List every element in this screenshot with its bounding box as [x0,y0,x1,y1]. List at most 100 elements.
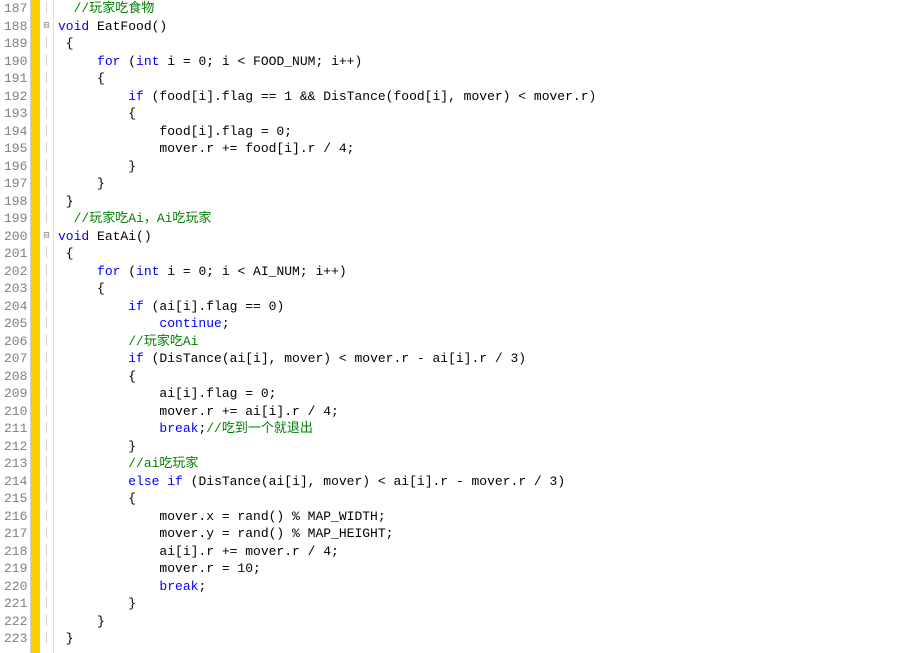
token-plain: } [58,439,136,454]
line-number: 200 [4,228,26,246]
fold-guide: │ [40,123,53,141]
line-number: 223 [4,630,26,648]
token-plain [58,456,128,471]
token-plain: mover.r += food[i].r / 4; [58,141,354,156]
code-line[interactable]: { [58,70,900,88]
code-line[interactable]: break; [58,578,900,596]
token-plain: ; [222,316,230,331]
code-line[interactable]: { [58,490,900,508]
fold-guide: │ [40,158,53,176]
line-number: 191 [4,70,26,88]
token-plain: i = 0; i < FOOD_NUM; i++) [159,54,362,69]
fold-guide: │ [40,333,53,351]
token-plain [58,351,128,366]
token-plain: } [58,614,105,629]
code-line[interactable]: continue; [58,315,900,333]
line-number: 222 [4,613,26,631]
token-plain: (DisTance(ai[i], mover) < ai[i].r - move… [183,474,565,489]
fold-toggle-icon[interactable]: ⊟ [40,228,53,246]
code-line[interactable]: for (int i = 0; i < AI_NUM; i++) [58,263,900,281]
token-plain: EatAi() [89,229,151,244]
code-line[interactable]: mover.r = 10; [58,560,900,578]
code-line[interactable]: if (ai[i].flag == 0) [58,298,900,316]
code-line[interactable]: } [58,158,900,176]
token-plain [58,1,74,16]
token-plain: ai[i].r += mover.r / 4; [58,544,339,559]
code-line[interactable]: ai[i].r += mover.r / 4; [58,543,900,561]
code-line[interactable]: //玩家吃Ai [58,333,900,351]
line-number: 195 [4,140,26,158]
token-keyword: else [128,474,159,489]
fold-guide: │ [40,350,53,368]
code-line[interactable]: mover.r += food[i].r / 4; [58,140,900,158]
token-plain: mover.r = 10; [58,561,261,576]
code-line[interactable]: { [58,280,900,298]
code-line[interactable]: { [58,105,900,123]
line-number: 199 [4,210,26,228]
line-number: 216 [4,508,26,526]
code-line[interactable]: //玩家吃Ai，Ai吃玩家 [58,210,900,228]
fold-guide: │ [40,560,53,578]
code-line[interactable]: { [58,35,900,53]
code-line[interactable]: //玩家吃食物 [58,0,900,18]
token-plain [58,474,128,489]
token-plain [58,54,97,69]
line-number: 196 [4,158,26,176]
fold-guide: │ [40,508,53,526]
token-comment: //ai吃玩家 [128,456,198,471]
code-line[interactable]: } [58,175,900,193]
fold-guide: │ [40,263,53,281]
token-plain [58,421,159,436]
code-line[interactable]: } [58,438,900,456]
line-number: 197 [4,175,26,193]
code-line[interactable]: for (int i = 0; i < FOOD_NUM; i++) [58,53,900,71]
token-plain: } [58,159,136,174]
fold-guide: │ [40,210,53,228]
fold-guide: │ [40,280,53,298]
fold-guide: │ [40,0,53,18]
code-line[interactable]: mover.x = rand() % MAP_WIDTH; [58,508,900,526]
line-number: 204 [4,298,26,316]
token-plain: mover.x = rand() % MAP_WIDTH; [58,509,386,524]
code-line[interactable]: } [58,193,900,211]
fold-guide: │ [40,35,53,53]
fold-guide: │ [40,175,53,193]
token-plain: ( [120,54,136,69]
token-plain: { [58,36,74,51]
code-line[interactable]: void EatFood() [58,18,900,36]
fold-toggle-icon[interactable]: ⊟ [40,18,53,36]
token-keyword: void [58,229,89,244]
fold-column: │⊟│││││││││││⊟│││││││││││││││││││││││ [40,0,54,653]
code-line[interactable]: } [58,613,900,631]
token-plain: { [58,71,105,86]
token-plain: } [58,631,74,646]
code-line[interactable]: } [58,630,900,648]
code-line[interactable]: void EatAi() [58,228,900,246]
code-line[interactable]: break;//吃到一个就退出 [58,420,900,438]
code-line[interactable]: { [58,368,900,386]
line-number: 188 [4,18,26,36]
token-plain: { [58,281,105,296]
code-line[interactable]: food[i].flag = 0; [58,123,900,141]
code-line[interactable]: //ai吃玩家 [58,455,900,473]
line-number: 198 [4,193,26,211]
fold-guide: │ [40,578,53,596]
token-plain: ; [198,579,206,594]
token-plain: (food[i].flag == 1 && DisTance(food[i], … [144,89,596,104]
fold-guide: │ [40,630,53,648]
token-plain: { [58,491,136,506]
code-line[interactable]: } [58,595,900,613]
code-line[interactable]: mover.r += ai[i].r / 4; [58,403,900,421]
code-line[interactable]: ai[i].flag = 0; [58,385,900,403]
fold-guide: │ [40,420,53,438]
code-line[interactable]: if (food[i].flag == 1 && DisTance(food[i… [58,88,900,106]
code-line[interactable]: else if (DisTance(ai[i], mover) < ai[i].… [58,473,900,491]
line-number: 189 [4,35,26,53]
code-line[interactable]: mover.y = rand() % MAP_HEIGHT; [58,525,900,543]
code-editor[interactable]: //玩家吃食物void EatFood() { for (int i = 0; … [54,0,900,653]
code-line[interactable]: if (DisTance(ai[i], mover) < mover.r - a… [58,350,900,368]
fold-guide: │ [40,438,53,456]
token-plain [58,264,97,279]
token-plain: EatFood() [89,19,167,34]
code-line[interactable]: { [58,245,900,263]
